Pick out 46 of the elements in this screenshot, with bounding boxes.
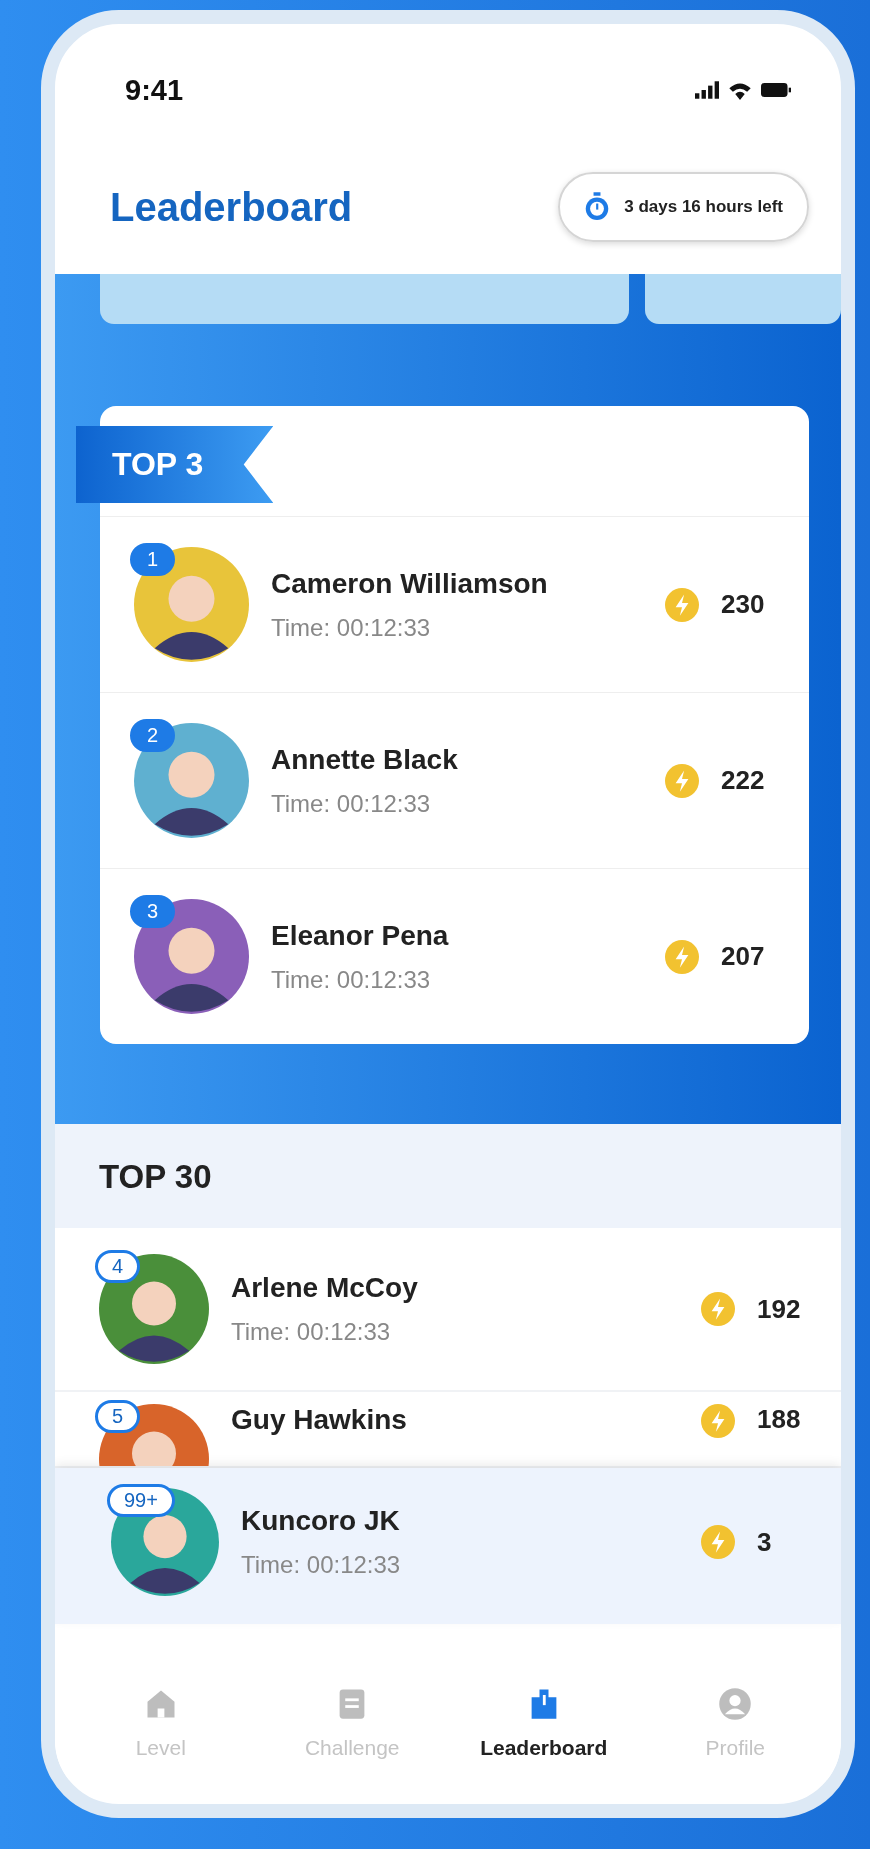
leaderboard-row[interactable]: 1 Cameron Williamson Time: 00:12:33 230 [100, 516, 809, 692]
leaderboard-row[interactable]: 3 Eleanor Pena Time: 00:12:33 207 [100, 868, 809, 1044]
stopwatch-icon [584, 192, 611, 222]
player-score: 188 [757, 1404, 802, 1435]
player-name: Annette Black [271, 743, 459, 776]
lightning-icon [701, 1292, 735, 1326]
player-score: 207 [721, 941, 766, 972]
profile-icon [717, 1686, 754, 1722]
leaderboard-row[interactable]: 2 Annette Black Time: 00:12:33 222 [100, 692, 809, 868]
player-score: 222 [721, 765, 766, 796]
rank-badge: 1 [130, 543, 176, 576]
my-rank-row[interactable]: 99+ Kuncoro JK Time: 00:12:33 3 [55, 1468, 841, 1624]
rank-badge: 2 [130, 719, 176, 752]
player-name: Cameron Williamson [271, 567, 549, 600]
status-time: 9:41 [125, 73, 184, 107]
player-score: 3 [757, 1526, 773, 1558]
player-name: Arlene McCoy [231, 1272, 419, 1304]
battery-icon [761, 83, 791, 97]
player-time: Time: 00:12:33 [271, 789, 432, 818]
nav-tab[interactable]: Leaderboard [463, 1686, 624, 1760]
player-time: Time: 00:12:33 [231, 1318, 392, 1346]
signal-icon [695, 81, 719, 99]
rank-badge: 4 [95, 1250, 141, 1283]
player-score: 192 [757, 1293, 802, 1325]
lightning-icon [701, 1525, 735, 1559]
lightning-icon [665, 587, 699, 622]
player-name: Kuncoro JK [241, 1505, 401, 1537]
player-time: Time: 00:12:33 [271, 613, 432, 642]
player-name: Guy Hawkins [231, 1404, 408, 1436]
section-title: TOP 30 [99, 1158, 212, 1195]
level-card[interactable] [645, 274, 841, 324]
player-time: Time: 00:12:33 [241, 1551, 402, 1579]
time-left-text: 3 days 16 hours left [624, 197, 783, 217]
rank-badge: 5 [95, 1400, 141, 1433]
player-time: Time: 00:12:33 [271, 965, 432, 994]
lightning-icon [665, 939, 699, 974]
lightning-icon [701, 1404, 735, 1438]
wifi-icon [729, 80, 751, 100]
lightning-icon [665, 763, 699, 798]
level-card[interactable] [100, 274, 630, 324]
page-title: Leaderboard [110, 184, 353, 230]
player-name: Eleanor Pena [271, 919, 450, 952]
top3-ribbon: TOP 3 [76, 426, 274, 503]
rank-badge: 99+ [107, 1484, 175, 1517]
player-score: 230 [721, 589, 766, 620]
rank-badge: 3 [130, 895, 176, 928]
